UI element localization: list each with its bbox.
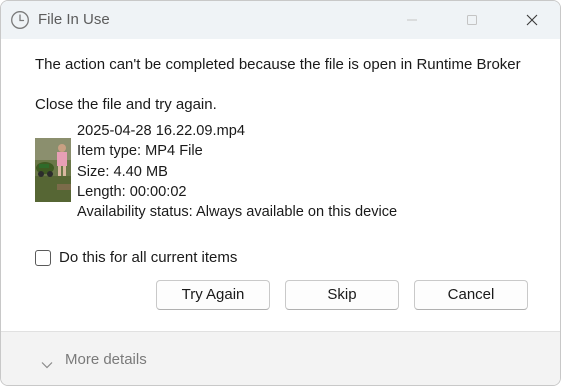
skip-button[interactable]: Skip [285,280,399,310]
window-title: File In Use [38,11,110,28]
more-details-toggle[interactable]: More details [65,351,147,368]
maximize-icon [467,15,477,25]
apply-to-all-label[interactable]: Do this for all current items [59,249,237,266]
try-again-button[interactable]: Try Again [156,280,270,310]
file-details: 2025-04-28 16.22.09.mp4 Item type: MP4 F… [77,121,397,222]
instruction-text: Close the file and try again. [35,96,217,113]
clock-icon [10,10,30,30]
file-in-use-dialog: File In Use The action can't be complete… [0,0,561,386]
close-button[interactable] [509,1,555,39]
file-size: Size: 4.40 MB [77,163,168,180]
file-availability: Availability status: Always available on… [77,204,398,221]
title-bar[interactable]: File In Use [1,1,560,39]
minimize-icon [407,19,417,21]
file-length: Length: 00:00:02 [77,183,187,200]
chevron-down-icon[interactable] [41,356,53,374]
cancel-button[interactable]: Cancel [414,280,528,310]
close-icon [526,14,538,26]
maximize-button[interactable] [449,1,495,39]
dialog-footer: More details [1,331,560,385]
video-thumbnail [35,138,71,202]
minimize-button[interactable] [389,1,435,39]
error-message: The action can't be completed because th… [35,56,521,73]
apply-to-all-checkbox[interactable] [35,250,51,266]
file-type: Item type: MP4 File [77,143,203,160]
file-name: 2025-04-28 16.22.09.mp4 [77,123,245,139]
